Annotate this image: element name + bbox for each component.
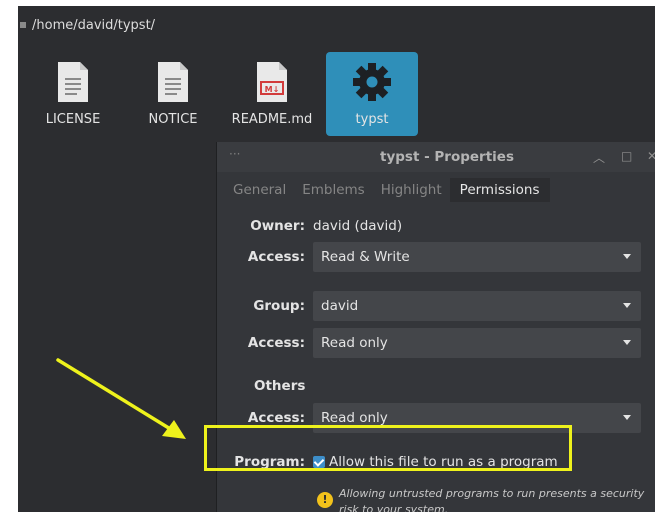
file-label: README.md (231, 112, 313, 127)
others-heading: Others (254, 378, 306, 394)
dropdown-arrow-icon (623, 303, 631, 308)
access-label: Access: (247, 249, 305, 265)
owner-access-select[interactable]: Read & Write (313, 242, 641, 272)
file-item-readme[interactable]: M↓ README.md (228, 52, 316, 127)
highlight-box (204, 425, 572, 471)
dialog-title: typst - Properties (380, 149, 514, 165)
security-warning-text: Allowing untrusted programs to run prese… (339, 487, 645, 512)
access-label: Access: (247, 410, 305, 426)
text-file-icon (58, 62, 88, 102)
group-row: Group: david (217, 291, 641, 321)
close-icon[interactable]: ✕ (647, 149, 655, 163)
group-access-select[interactable]: Read only (313, 328, 641, 358)
tab-bar: General Emblems Highlight Permissions (225, 178, 550, 202)
tab-general[interactable]: General (225, 178, 294, 202)
dropdown-arrow-icon (623, 415, 631, 420)
dialog-titlebar[interactable]: ··· typst - Properties ︿ □ ✕ (217, 142, 655, 172)
group-select[interactable]: david (313, 291, 641, 321)
file-item-typst[interactable]: typst (326, 52, 418, 136)
owner-access-value: Read & Write (321, 249, 410, 265)
group-access-value: Read only (321, 335, 388, 351)
location-icon (20, 22, 26, 28)
others-access-value: Read only (321, 410, 388, 426)
location-bar[interactable]: /home/david/typst/ (18, 14, 155, 36)
dropdown-arrow-icon (623, 340, 631, 345)
dropdown-arrow-icon (623, 254, 631, 259)
markdown-file-icon: M↓ (257, 62, 287, 102)
gear-executable-icon (353, 63, 391, 101)
file-label: NOTICE (148, 112, 198, 127)
markdown-badge: M↓ (265, 85, 280, 94)
minimize-icon[interactable]: ︿ (593, 149, 605, 166)
owner-label: Owner: (250, 218, 305, 234)
owner-value: david (david) (313, 218, 403, 234)
access-label: Access: (247, 335, 305, 351)
owner-row: Owner: david (david) (217, 218, 402, 234)
text-file-icon (158, 62, 188, 102)
group-label: Group: (253, 298, 305, 314)
file-label: LICENSE (45, 112, 101, 127)
location-path: /home/david/typst/ (32, 17, 156, 33)
tab-emblems[interactable]: Emblems (294, 178, 373, 202)
file-label: typst (355, 112, 389, 127)
owner-access-row: Access: Read & Write (217, 242, 641, 272)
tab-highlight[interactable]: Highlight (373, 178, 450, 202)
file-item-license[interactable]: LICENSE (34, 52, 112, 127)
tab-permissions[interactable]: Permissions (449, 178, 550, 202)
group-value: david (321, 298, 359, 314)
file-item-notice[interactable]: NOTICE (134, 52, 212, 127)
maximize-icon[interactable]: □ (621, 149, 632, 163)
pointer-arrow-icon (56, 358, 186, 439)
group-access-row: Access: Read only (217, 328, 641, 358)
